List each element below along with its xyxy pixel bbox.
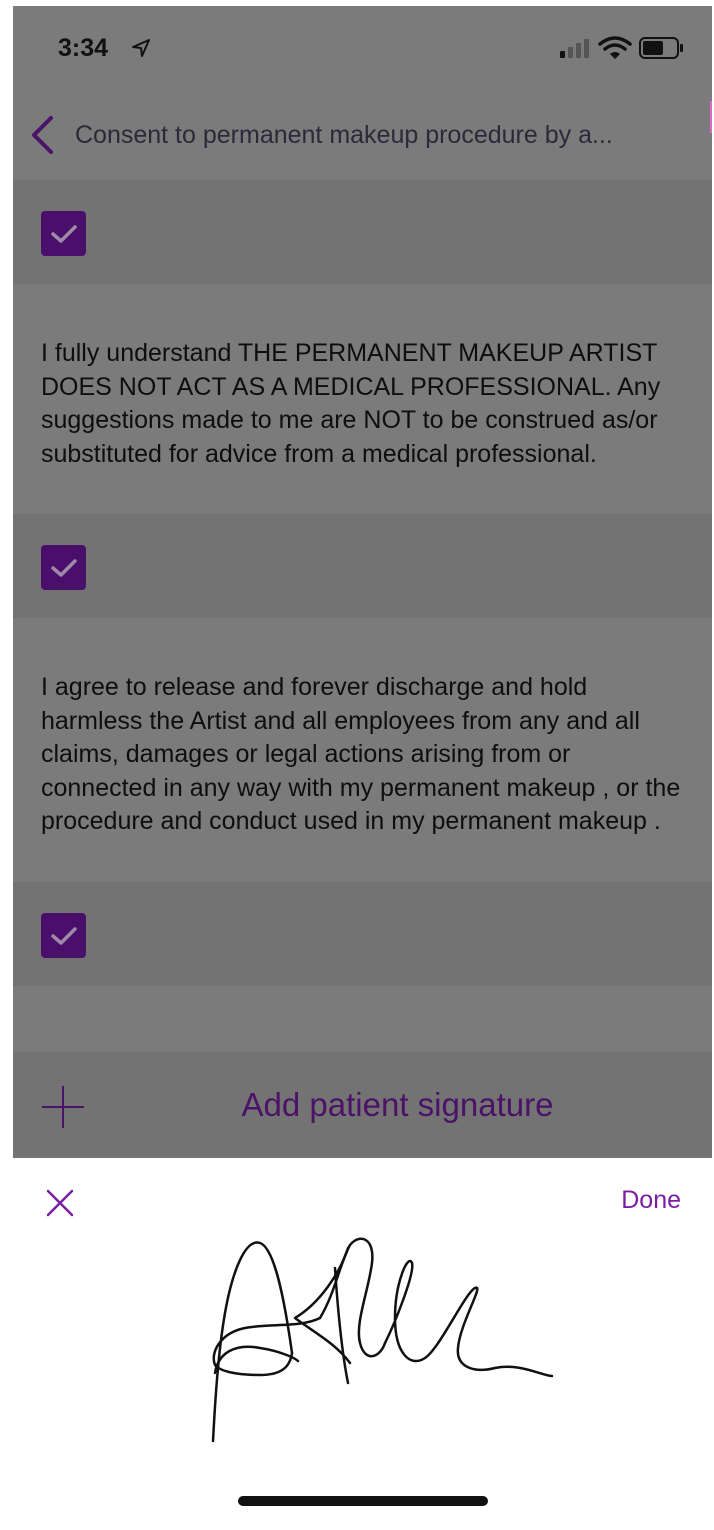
status-time: 3:34 xyxy=(58,34,109,62)
consent-statement-release: I agree to release and forever discharge… xyxy=(41,673,681,835)
close-icon[interactable] xyxy=(45,1188,75,1223)
checkmark-icon xyxy=(50,224,77,243)
location-arrow-icon xyxy=(131,38,151,63)
page-title: Consent to permanent makeup procedure by… xyxy=(75,121,613,149)
consent-statement-medical: I fully understand THE PERMANENT MAKEUP … xyxy=(41,339,661,468)
status-bar: 3:34 xyxy=(13,6,712,94)
wifi-icon xyxy=(598,36,632,65)
edge-marker xyxy=(710,101,712,133)
home-indicator[interactable] xyxy=(238,1496,488,1506)
add-signature-label[interactable]: Add patient signature xyxy=(13,1086,712,1124)
checkmark-icon xyxy=(50,558,77,577)
add-signature-row[interactable]: Add patient signature xyxy=(13,1052,712,1158)
consent-checkbox[interactable] xyxy=(41,545,86,590)
cellular-signal-icon xyxy=(560,38,592,63)
done-button[interactable]: Done xyxy=(621,1186,681,1215)
consent-checkbox[interactable] xyxy=(41,211,86,256)
consent-checkbox[interactable] xyxy=(41,913,86,958)
navigation-bar: Consent to permanent makeup procedure by… xyxy=(13,94,712,180)
battery-icon xyxy=(639,37,685,64)
dimmed-form-screen: 3:34 Consent to permanent makeup procedu… xyxy=(13,6,712,1158)
checkmark-icon xyxy=(50,926,77,945)
back-chevron-icon[interactable] xyxy=(27,115,57,160)
consent-checkbox-row-3[interactable] xyxy=(13,882,712,986)
signature-pad: Done xyxy=(0,1158,714,1530)
consent-checkbox-row-1[interactable] xyxy=(13,180,712,284)
consent-checkbox-row-2[interactable] xyxy=(13,514,712,618)
signature-drawing[interactable] xyxy=(200,1233,560,1453)
